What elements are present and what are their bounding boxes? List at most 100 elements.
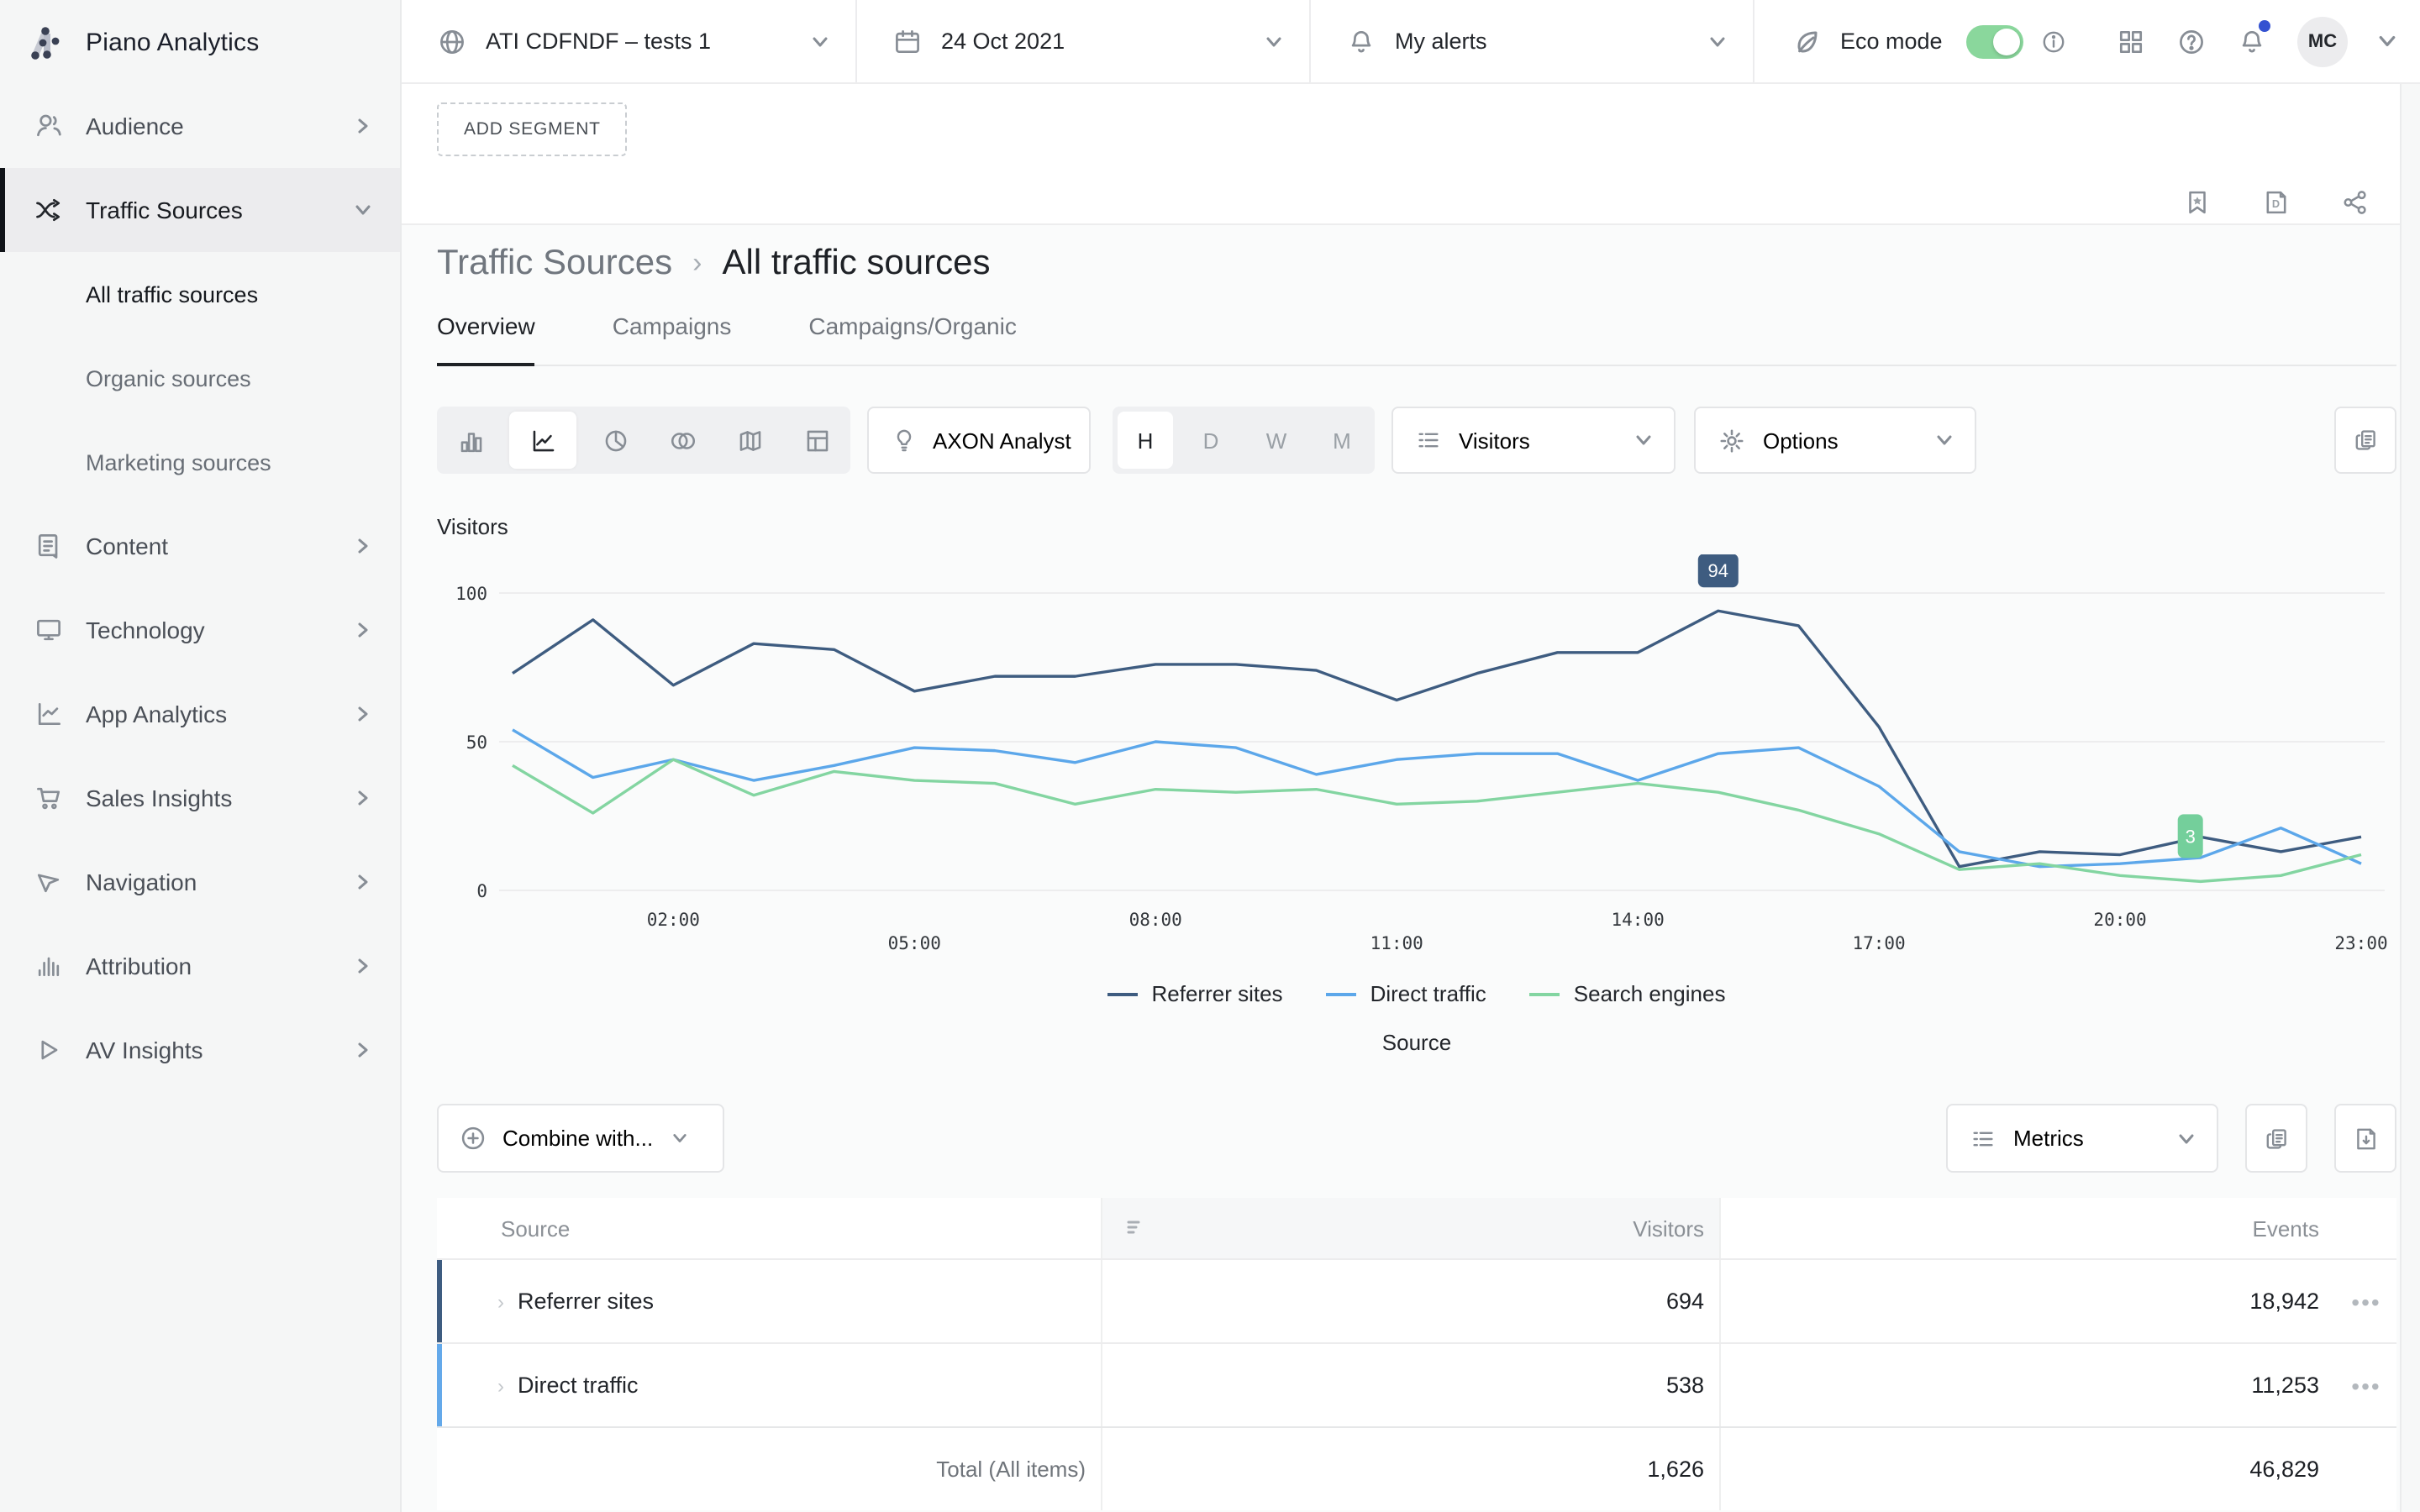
sidebar-item-technology[interactable]: Technology [0, 588, 400, 672]
legend-item-direct-traffic[interactable]: Direct traffic [1327, 981, 1486, 1006]
attribution-icon [34, 951, 64, 981]
table-icon[interactable] [783, 407, 850, 474]
add-segment-button[interactable]: ADD SEGMENT [437, 102, 628, 156]
svg-text:14:00: 14:00 [1612, 910, 1665, 930]
navigation-icon [34, 867, 64, 897]
brand: Piano Analytics [0, 0, 400, 84]
info-icon[interactable] [2040, 28, 2067, 55]
sort-icon [1126, 1218, 1146, 1238]
piano-logo-icon [25, 20, 69, 64]
sidebar-item-label: Traffic Sources [86, 197, 243, 223]
bar-chart-icon[interactable] [437, 407, 504, 474]
leaf-icon [1790, 24, 1823, 58]
chevron-right-icon [355, 538, 371, 554]
plus-circle-icon [459, 1124, 487, 1152]
audience-icon [34, 111, 64, 141]
sidebar-item-app-analytics[interactable]: App Analytics [0, 672, 400, 756]
axon-analyst-button[interactable]: AXON Analyst [867, 407, 1091, 474]
copy-chart-button[interactable] [2334, 407, 2396, 474]
svg-text:0: 0 [476, 881, 487, 901]
alerts-label: My alerts [1395, 29, 1487, 54]
avatar[interactable]: MC [2297, 16, 2348, 66]
eco-mode-toggle[interactable] [1966, 24, 2023, 58]
table-row[interactable]: ›Referrer sites 694 18,942 ••• [437, 1258, 2396, 1342]
breadcrumb-section[interactable]: Traffic Sources [437, 244, 672, 284]
column-header-source[interactable]: Source [437, 1198, 1101, 1258]
document-d-icon[interactable]: D [2262, 188, 2291, 217]
pie-chart-icon[interactable] [581, 407, 649, 474]
row-menu-icon[interactable]: ••• [2351, 1372, 2381, 1399]
sidebar-item-sales-insights[interactable]: Sales Insights [0, 756, 400, 840]
legend-item-referrer-sites[interactable]: Referrer sites [1108, 981, 1283, 1006]
page-title: All traffic sources [722, 244, 990, 284]
share-icon[interactable] [2341, 188, 2370, 217]
tab-campaigns[interactable]: Campaigns [613, 286, 732, 365]
topbar: ATI CDFNDF – tests 1 24 Oct 2021 My aler… [402, 0, 2420, 84]
sidebar-subitem-organic-sources[interactable]: Organic sources [0, 336, 400, 420]
sidebar-item-content[interactable]: Content [0, 504, 400, 588]
site-selector[interactable]: ATI CDFNDF – tests 1 [402, 0, 857, 82]
granularity-week[interactable]: W [1244, 407, 1309, 474]
sidebar-item-label: Content [86, 533, 168, 559]
column-header-visitors[interactable]: Visitors [1101, 1198, 1719, 1258]
venn-icon[interactable] [649, 407, 716, 474]
eco-mode-label: Eco mode [1840, 29, 1943, 54]
map-icon[interactable] [716, 407, 783, 474]
export-button[interactable] [2334, 1104, 2396, 1173]
line-chart-icon[interactable] [509, 412, 576, 469]
combine-with-button[interactable]: Combine with... [437, 1104, 724, 1173]
sidebar-item-label: Navigation [86, 869, 197, 895]
chevron-down-icon [812, 33, 829, 50]
metric-dropdown[interactable]: Visitors [1392, 407, 1676, 474]
granularity-day[interactable]: D [1178, 407, 1244, 474]
apps-grid-icon[interactable] [2116, 26, 2146, 56]
sidebar-item-av-insights[interactable]: AV Insights [0, 1008, 400, 1092]
tab-campaigns-organic[interactable]: Campaigns/Organic [808, 286, 1016, 365]
scrollbar[interactable] [2400, 84, 2420, 1512]
sidebar-subitem-marketing-sources[interactable]: Marketing sources [0, 420, 400, 504]
options-dropdown[interactable]: Options [1694, 407, 1976, 474]
chevron-down-icon [1709, 33, 1726, 50]
row-menu-icon[interactable]: ••• [2351, 1288, 2381, 1315]
svg-text:23:00: 23:00 [2334, 933, 2387, 953]
legend-swatch [1530, 992, 1560, 995]
row-events-value: 11,253 [1719, 1344, 2336, 1426]
svg-text:100: 100 [455, 584, 487, 604]
total-label: Total (All items) [437, 1428, 1101, 1510]
row-expand-icon[interactable]: › [497, 1289, 504, 1313]
row-expand-icon[interactable]: › [497, 1373, 504, 1397]
date-value: 24 Oct 2021 [941, 29, 1065, 54]
chart-type-switcher [437, 407, 850, 474]
chevron-down-icon [2178, 1130, 2195, 1147]
help-icon[interactable] [2176, 26, 2207, 56]
tab-overview[interactable]: Overview [437, 286, 535, 365]
bookmark-star-icon[interactable] [2183, 188, 2212, 217]
list-icon [1970, 1125, 1996, 1152]
date-selector[interactable]: 24 Oct 2021 [857, 0, 1311, 82]
table-row[interactable]: ›Direct traffic 538 11,253 ••• [437, 1342, 2396, 1426]
row-events-value: 18,942 [1719, 1260, 2336, 1342]
legend-item-search-engines[interactable]: Search engines [1530, 981, 1726, 1006]
total-visitors-value: 1,626 [1101, 1428, 1719, 1510]
visitors-line-chart[interactable]: 05010002:0005:0008:0011:0014:0017:0020:0… [420, 554, 2403, 958]
sidebar-item-navigation[interactable]: Navigation [0, 840, 400, 924]
chevron-down-icon[interactable] [2378, 32, 2396, 50]
table-toolbar: Combine with... Metrics [437, 1104, 2396, 1173]
chevron-right-icon [355, 1042, 371, 1058]
copy-table-button[interactable] [2245, 1104, 2307, 1173]
sidebar-item-traffic-sources[interactable]: Traffic Sources [0, 168, 400, 252]
row-visitors-value: 694 [1101, 1260, 1719, 1342]
metrics-dropdown[interactable]: Metrics [1946, 1104, 2218, 1173]
chevron-down-icon [1265, 33, 1282, 50]
my-alerts-selector[interactable]: My alerts [1311, 0, 1754, 82]
svg-text:08:00: 08:00 [1129, 910, 1182, 930]
column-header-events[interactable]: Events [1719, 1198, 2336, 1258]
copy-icon [2263, 1125, 2290, 1152]
granularity-hour[interactable]: H [1118, 412, 1173, 469]
sidebar-subitem-all-traffic-sources[interactable]: All traffic sources [0, 252, 400, 336]
sidebar-item-attribution[interactable]: Attribution [0, 924, 400, 1008]
sidebar-item-audience[interactable]: Audience [0, 84, 400, 168]
svg-text:02:00: 02:00 [647, 910, 700, 930]
notifications-bell[interactable] [2237, 26, 2267, 56]
granularity-month[interactable]: M [1309, 407, 1375, 474]
